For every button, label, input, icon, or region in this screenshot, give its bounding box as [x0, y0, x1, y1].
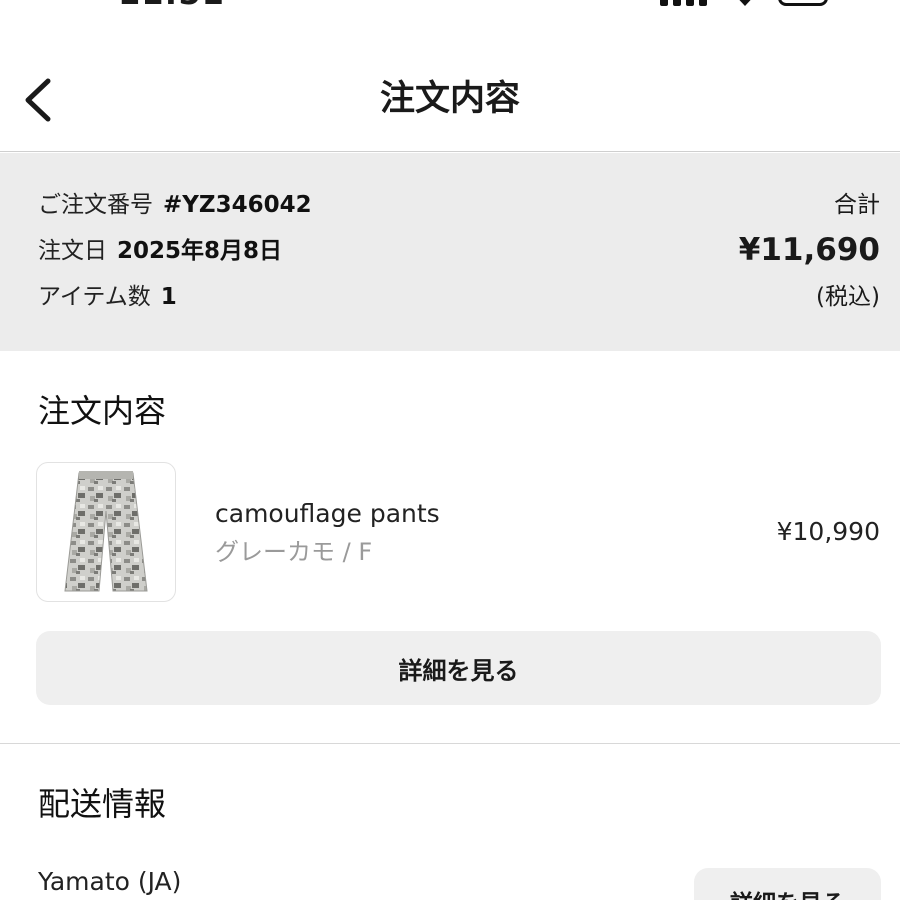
item-count-value: 1	[160, 284, 177, 310]
order-detail-screen: 11:51 注文内容 ご注文番号 #YZ346042 注文日 2025年8月8日	[0, 0, 900, 900]
total-amount: ¥11,690	[738, 232, 880, 268]
shipping-carrier: Yamato (JA)	[38, 867, 182, 896]
wifi-icon	[728, 0, 762, 12]
battery-icon	[778, 0, 828, 6]
tax-included-note: (税込)	[816, 284, 880, 310]
total-label: 合計	[834, 192, 880, 218]
section-divider	[0, 743, 900, 744]
status-time: 11:51	[118, 0, 225, 9]
item-count-row: アイテム数 1	[38, 282, 177, 312]
cellular-signal-icon	[660, 0, 707, 6]
camouflage-pants-thumbnail[interactable]	[36, 462, 176, 602]
order-date-row: 注文日 2025年8月8日	[38, 236, 282, 266]
navigation-bar: 注文内容	[0, 48, 900, 152]
order-contents-heading: 注文内容	[38, 392, 167, 430]
order-date-label: 注文日	[38, 238, 107, 264]
item-count-label: アイテム数	[38, 284, 151, 310]
view-order-details-button[interactable]: 詳細を見る	[36, 631, 881, 705]
product-variant: グレーカモ / F	[215, 538, 373, 566]
order-summary: ご注文番号 #YZ346042 注文日 2025年8月8日 アイテム数 1 合計…	[0, 153, 900, 351]
page-title: 注文内容	[379, 79, 520, 119]
order-date-value: 2025年8月8日	[117, 238, 283, 264]
product-name: camouflage pants	[215, 499, 440, 528]
view-shipping-details-button[interactable]: 詳細を見る	[694, 868, 881, 900]
order-number-row: ご注文番号 #YZ346042	[38, 190, 312, 220]
status-bar: 11:51	[0, 0, 900, 12]
order-number-label: ご注文番号	[38, 192, 153, 218]
order-number-value: #YZ346042	[163, 192, 312, 218]
order-item[interactable]: camouflage pants グレーカモ / F ¥10,990	[0, 462, 900, 604]
shipping-info-heading: 配送情報	[38, 785, 167, 823]
product-price: ¥10,990	[776, 517, 880, 546]
